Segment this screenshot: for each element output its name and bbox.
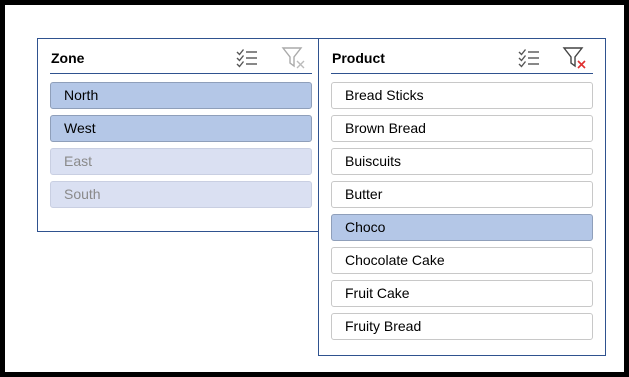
clear-filter-icon[interactable] bbox=[281, 45, 307, 71]
clear-filter-icon[interactable] bbox=[562, 45, 588, 71]
zone-slicer-title: Zone bbox=[51, 50, 85, 66]
worksheet-frame: Zone North West East South Product Bread… bbox=[0, 0, 629, 377]
zone-header-divider bbox=[50, 73, 312, 74]
product-item-brown-bread[interactable]: Brown Bread bbox=[331, 115, 593, 142]
multi-select-icon[interactable] bbox=[234, 45, 260, 71]
product-slicer-title: Product bbox=[332, 50, 385, 66]
product-item-fruit-cake[interactable]: Fruit Cake bbox=[331, 280, 593, 307]
product-item-fruity-bread[interactable]: Fruity Bread bbox=[331, 313, 593, 340]
multi-select-icon[interactable] bbox=[516, 45, 542, 71]
zone-slicer: Zone North West East South bbox=[37, 38, 322, 232]
product-item-choco[interactable]: Choco bbox=[331, 214, 593, 241]
product-item-chocolate-cake[interactable]: Chocolate Cake bbox=[331, 247, 593, 274]
product-item-bread-sticks[interactable]: Bread Sticks bbox=[331, 82, 593, 109]
zone-item-west[interactable]: West bbox=[50, 115, 312, 142]
product-item-butter[interactable]: Butter bbox=[331, 181, 593, 208]
zone-item-east[interactable]: East bbox=[50, 148, 312, 175]
product-slicer: Product Bread Sticks Brown Bread Buiscui… bbox=[318, 38, 606, 356]
zone-item-north[interactable]: North bbox=[50, 82, 312, 109]
zone-item-south[interactable]: South bbox=[50, 181, 312, 208]
product-item-buiscuits[interactable]: Buiscuits bbox=[331, 148, 593, 175]
product-header-divider bbox=[331, 73, 593, 74]
